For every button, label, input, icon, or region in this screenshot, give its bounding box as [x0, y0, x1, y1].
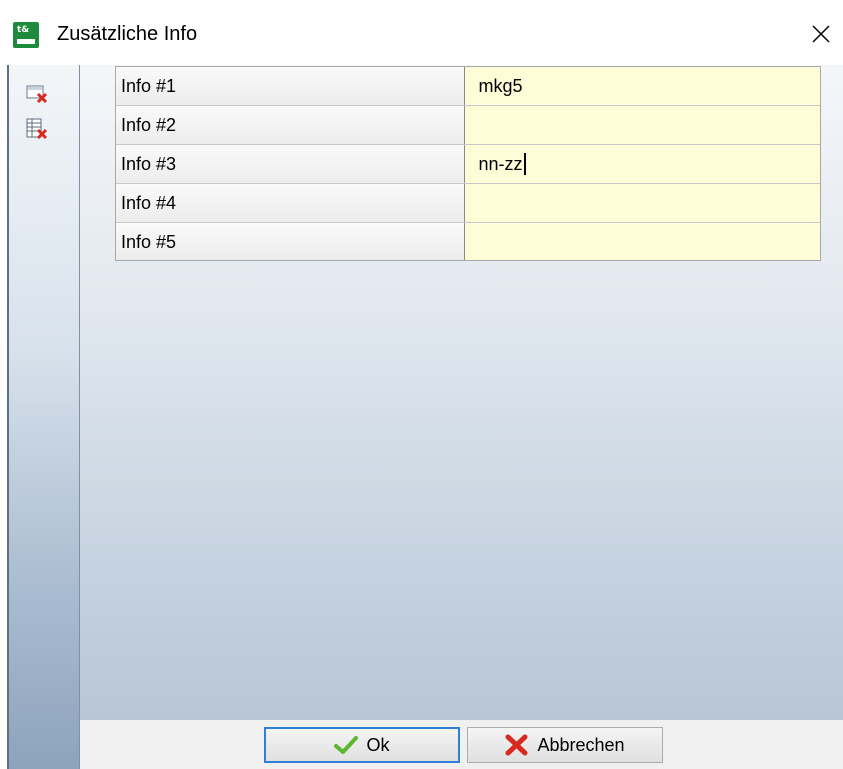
delete-all-icon — [26, 118, 48, 140]
grid-row-info-1: Info #1 mkg5 — [116, 67, 820, 106]
delete-field-icon — [26, 85, 48, 104]
delete-all-button[interactable] — [26, 118, 48, 140]
info-1-value[interactable]: mkg5 — [464, 67, 820, 105]
close-icon — [812, 25, 830, 43]
cancel-button[interactable]: Abbrechen — [467, 727, 663, 763]
cancel-x-icon — [505, 734, 528, 756]
ok-button[interactable]: Ok — [264, 727, 460, 763]
side-toolbar — [9, 65, 80, 769]
info-1-label: Info #1 — [116, 67, 465, 105]
info-2-value[interactable] — [464, 106, 820, 144]
info-4-label: Info #4 — [116, 184, 465, 222]
title-bar: t& Zusätzliche Info — [0, 0, 843, 65]
app-logo-icon: t& — [13, 22, 39, 48]
info-4-value[interactable] — [464, 184, 820, 222]
info-3-value[interactable]: nn-zz — [464, 145, 820, 183]
grid-row-info-3: Info #3 nn-zz — [116, 145, 820, 184]
info-3-label: Info #3 — [116, 145, 465, 183]
grid-row-info-4: Info #4 — [116, 184, 820, 223]
cancel-label: Abbrechen — [537, 734, 625, 755]
info-2-label: Info #2 — [116, 106, 465, 144]
ok-label: Ok — [366, 734, 390, 755]
button-bar — [80, 720, 843, 769]
info-grid: Info #1 mkg5 Info #2 Info #3 nn-zz Info … — [115, 66, 821, 261]
grid-row-info-5: Info #5 — [116, 223, 820, 260]
delete-field-button[interactable] — [26, 82, 48, 104]
info-5-value[interactable] — [464, 223, 820, 260]
grid-row-info-2: Info #2 — [116, 106, 820, 145]
checkmark-icon — [334, 736, 359, 754]
window-title: Zusätzliche Info — [57, 23, 198, 45]
close-button[interactable] — [800, 14, 843, 56]
text-caret — [523, 153, 526, 176]
info-5-label: Info #5 — [116, 223, 465, 260]
